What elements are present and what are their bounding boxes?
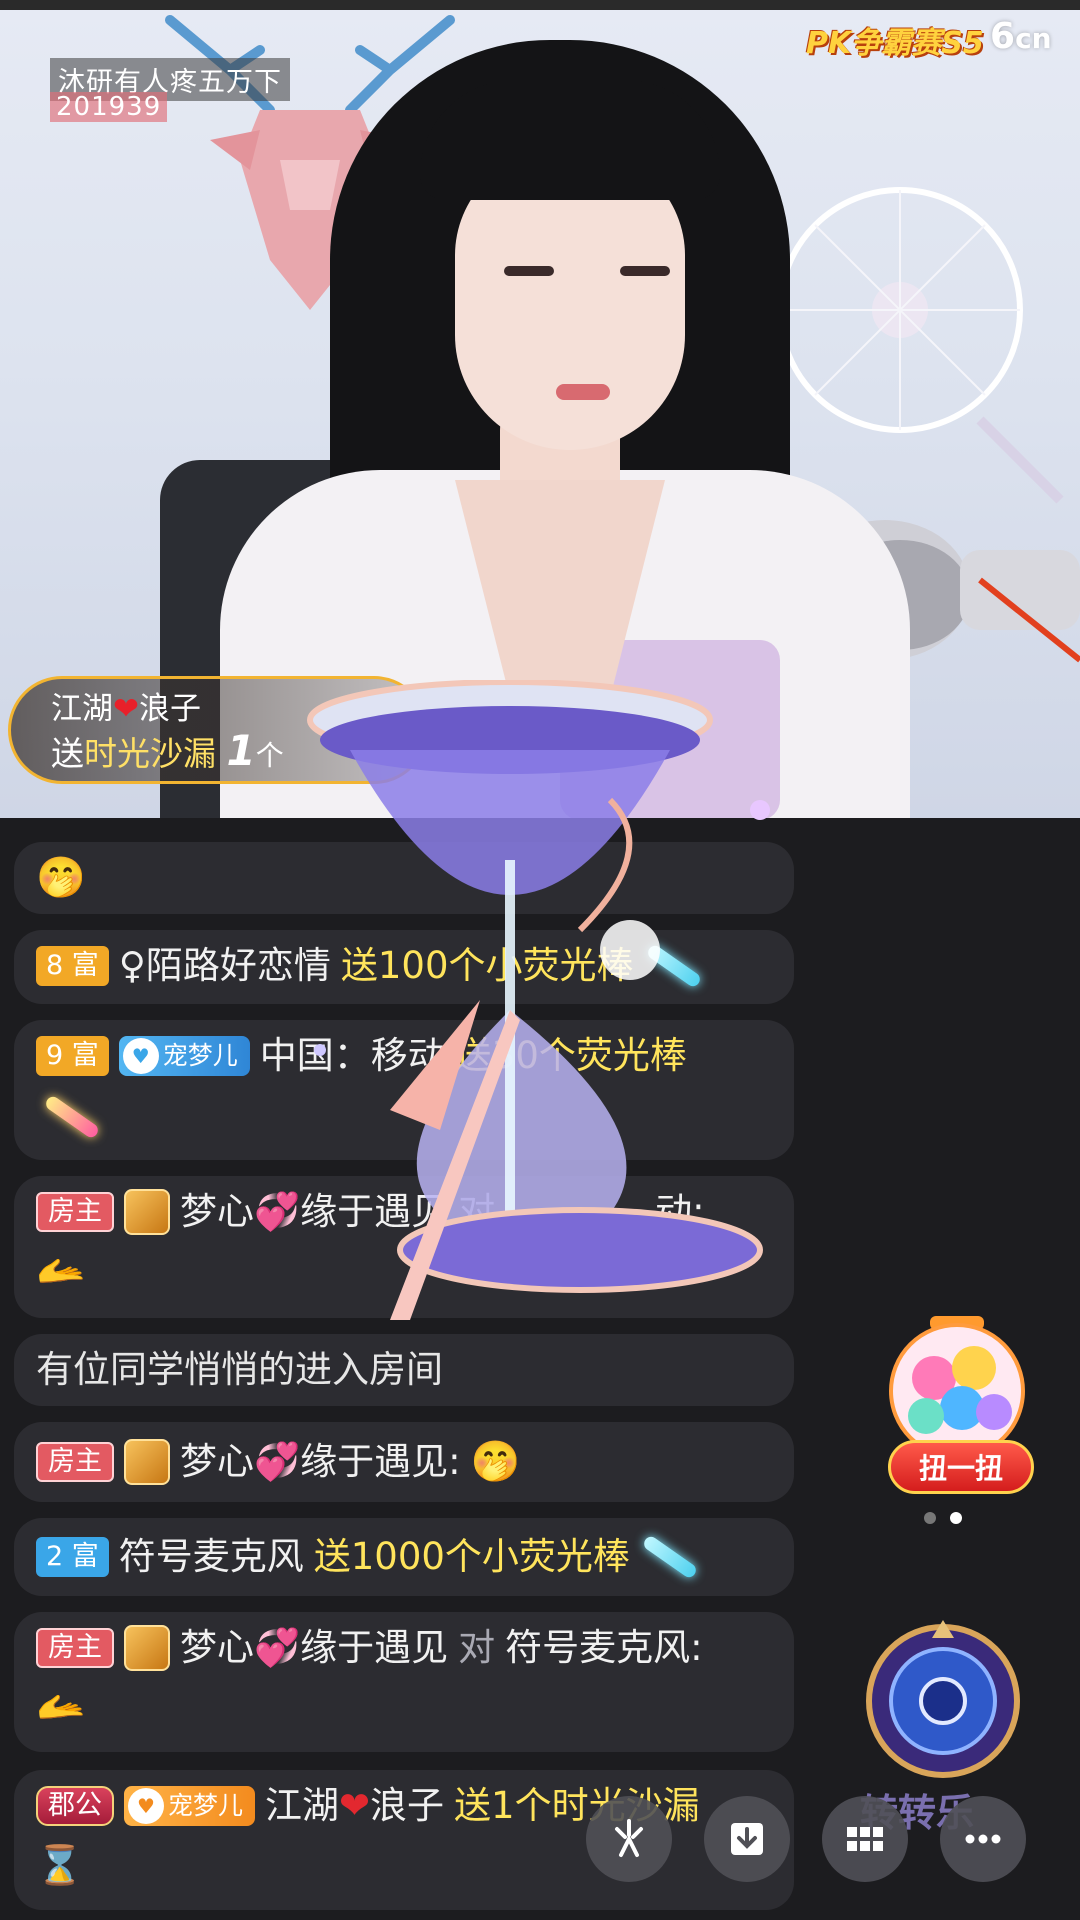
chat-username[interactable]: ♀陌路好恋情	[119, 943, 331, 989]
palm-up-hand-emoji: 🫴	[36, 1248, 86, 1294]
carousel-dot-active	[950, 1512, 962, 1524]
chat-username[interactable]: 梦心💞缘于遇见	[180, 1189, 448, 1235]
username-part: 缘于遇见	[300, 1626, 449, 1669]
chat-message: 房主 梦心💞缘于遇见 对 动: 🫴	[14, 1176, 794, 1318]
grid-icon	[847, 1827, 883, 1851]
hourglass-gift-icon: ⌛	[36, 1843, 84, 1887]
username-part: 缘于遇见	[300, 1190, 449, 1233]
vehicle-icon	[124, 1189, 170, 1235]
fan-club-name: 宠梦儿	[162, 1041, 238, 1070]
glow-stick-icon	[43, 1094, 101, 1140]
gift-name: 时光沙漏	[84, 734, 216, 773]
sender-name-right: 浪子	[138, 691, 201, 727]
wealth-rank-badge[interactable]: 8 富	[36, 946, 109, 986]
host-badge[interactable]: 房主	[36, 1628, 114, 1668]
username-part: 江湖	[265, 1784, 340, 1827]
fan-heart-icon: ♥	[122, 1038, 159, 1074]
system-notice: 有位同学悄悄的进入房间	[36, 1348, 443, 1391]
apps-grid-button[interactable]	[822, 1796, 908, 1882]
hand-over-mouth-emoji: 🤭	[470, 1439, 521, 1485]
right-eye	[620, 266, 670, 276]
gift-sender: 江湖❤浪子	[51, 689, 425, 729]
sparkle-heart-icon: 💞	[254, 1440, 301, 1483]
more-icon	[965, 1834, 1001, 1844]
download-icon	[731, 1823, 763, 1855]
palm-up-hand-emoji: 🫴	[36, 1684, 86, 1730]
sparkle-button[interactable]	[586, 1796, 672, 1882]
vehicle-icon	[124, 1625, 170, 1671]
glow-stick-icon	[644, 943, 703, 989]
gacha-button[interactable]: 扭一扭	[888, 1440, 1034, 1494]
host-badge[interactable]: 房主	[36, 1192, 114, 1232]
chat-message: 房主 梦心💞缘于遇见 对 符号麦克风: 🫴	[14, 1612, 794, 1752]
chat-username[interactable]: 中国：移动	[260, 1033, 445, 1079]
glow-stick-icon	[641, 1534, 699, 1580]
heart-icon: ❤	[113, 691, 139, 727]
target-user: 动:	[655, 1190, 705, 1233]
carousel-dot	[924, 1512, 936, 1524]
lucky-wheel-icon[interactable]	[862, 1620, 1024, 1782]
download-button[interactable]	[704, 1796, 790, 1882]
gift-notification-banner: 江湖❤浪子 送时光沙漏 1个	[8, 676, 428, 784]
chat-username[interactable]: 符号麦克风	[119, 1534, 304, 1580]
gift-text: 送100个小荧光棒	[340, 944, 634, 987]
chat-message: 🤭	[14, 842, 794, 914]
wealth-rank-badge[interactable]: 9 富	[36, 1036, 109, 1076]
username-part: 梦心	[180, 1190, 254, 1233]
live-video[interactable]: 沐研有人疼五万下 201939 PK争霸赛S5 6cn 江湖❤浪子 送时光沙漏 …	[0, 0, 1080, 818]
chat-message: 8 富 ♀陌路好恋情 送100个小荧光棒	[14, 930, 794, 1004]
gift-count: 1	[226, 726, 256, 775]
username-part: 梦心	[180, 1626, 254, 1669]
bangs-shape	[420, 80, 720, 200]
username-part: 缘于遇见:	[300, 1440, 461, 1483]
chat-username[interactable]: 江湖❤浪子	[265, 1783, 444, 1829]
status-strip	[0, 0, 1080, 10]
sparkle-heart-icon: 💞	[254, 1190, 301, 1233]
pk-contest-logo[interactable]: PK争霸赛S5	[806, 18, 984, 62]
noble-title-badge[interactable]: 郡公	[36, 1786, 114, 1826]
lips	[556, 384, 610, 400]
chat-message: 2 富 符号麦克风 送1000个小荧光棒	[14, 1518, 794, 1596]
room-id: 201939	[50, 92, 168, 122]
chat-message: 9 富 ♥ 宠梦儿 中国：移动 送30个荧光棒	[14, 1020, 794, 1160]
chat-username[interactable]: 梦心💞缘于遇见:	[180, 1439, 461, 1485]
heart-icon: ❤	[339, 1784, 371, 1827]
carousel-indicator	[924, 1512, 962, 1524]
gift-text: 送30个荧光棒	[454, 1034, 687, 1077]
vehicle-icon	[124, 1439, 170, 1485]
username-part: 浪子	[370, 1784, 445, 1827]
send-word: 送	[51, 734, 84, 773]
more-button[interactable]	[940, 1796, 1026, 1882]
gift-detail: 送时光沙漏 1个	[51, 729, 425, 778]
to-word: 对	[458, 1190, 496, 1233]
username-part: 梦心	[180, 1440, 254, 1483]
fan-club-name: 宠梦儿	[168, 1791, 244, 1820]
gift-text: 送1000个小荧光棒	[313, 1535, 630, 1578]
fan-club-badge[interactable]: ♥ 宠梦儿	[124, 1786, 256, 1826]
fan-decor	[777, 187, 1064, 504]
site-logo-number: 6	[990, 16, 1016, 57]
fan-club-badge[interactable]: ♥ 宠梦儿	[118, 1036, 250, 1076]
site-logo: 6cn	[990, 16, 1052, 57]
to-word: 对	[458, 1626, 496, 1669]
site-logo-suffix: cn	[1015, 22, 1052, 55]
chat-message: 房主 梦心💞缘于遇见: 🤭	[14, 1422, 794, 1502]
sender-name-left: 江湖	[51, 691, 113, 727]
left-eye	[504, 266, 554, 276]
hand-over-mouth-emoji: 🤭	[36, 855, 86, 901]
sparkle-heart-icon: 💞	[254, 1626, 301, 1669]
host-badge[interactable]: 房主	[36, 1442, 114, 1482]
chat-message: 郡公 ♥ 宠梦儿 江湖❤浪子 送1个时光沙漏 ⌛	[14, 1770, 794, 1910]
chat-message: 有位同学悄悄的进入房间	[14, 1334, 794, 1406]
chat-username[interactable]: 梦心💞缘于遇见	[180, 1625, 448, 1671]
gift-unit: 个	[255, 739, 284, 772]
wealth-rank-badge[interactable]: 2 富	[36, 1537, 109, 1577]
target-user[interactable]: 符号麦克风:	[505, 1625, 702, 1671]
sparkle-icon	[615, 1819, 643, 1857]
fan-heart-icon: ♥	[128, 1788, 164, 1824]
